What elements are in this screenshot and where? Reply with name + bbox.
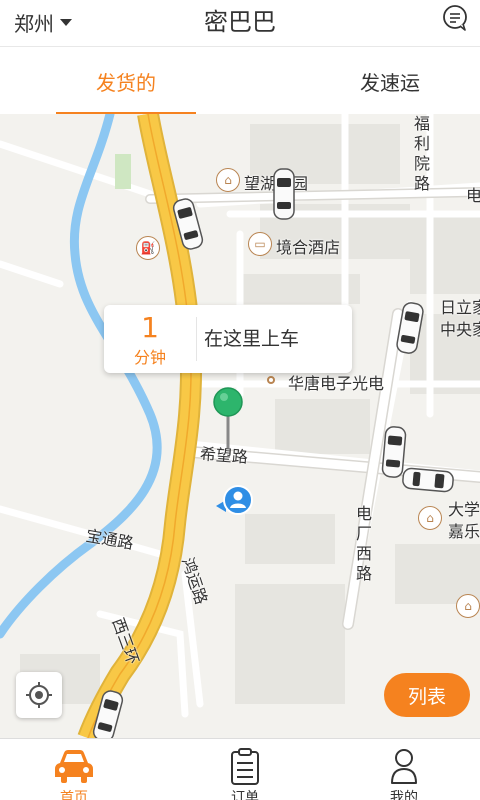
poi-dot-icon bbox=[267, 376, 275, 384]
tab-express[interactable]: 发速运 bbox=[300, 47, 480, 115]
university-poi-icon: ⌂ bbox=[418, 506, 442, 530]
message-icon[interactable] bbox=[440, 3, 470, 33]
map-label-hotel: 境合酒店 bbox=[276, 238, 341, 257]
app-title: 密巴巴 bbox=[204, 8, 276, 36]
header-bar: 郑州 密巴巴 bbox=[0, 0, 480, 46]
eta-unit: 分钟 bbox=[133, 348, 166, 367]
nav-orders[interactable]: 订单 bbox=[185, 739, 305, 800]
eta-box: 1 分钟 bbox=[104, 305, 196, 373]
gas-station-icon: ⛽ bbox=[136, 236, 160, 260]
crosshair-icon bbox=[26, 682, 52, 708]
person-icon bbox=[391, 749, 417, 784]
car-marker-icon bbox=[402, 467, 454, 493]
home-poi-icon: ⌂ bbox=[216, 168, 240, 192]
map-label-rili: 日立家 bbox=[440, 298, 480, 317]
list-button[interactable]: 列表 bbox=[384, 673, 470, 717]
user-location-icon bbox=[212, 482, 256, 526]
nav-home[interactable]: 首页 bbox=[14, 739, 134, 800]
map-label-electronics: 华唐电子光电 bbox=[288, 374, 385, 393]
nav-orders-label: 订单 bbox=[231, 790, 259, 800]
app-screen: 郑州 密巴巴 发货的 发速运 ⌂ ⛽ ▭ ⌂ ⌂ 境合酒店 华唐电子光电 希望路… bbox=[0, 0, 480, 800]
pickup-pin-icon[interactable] bbox=[212, 386, 244, 450]
callout-divider bbox=[196, 317, 197, 361]
car-icon bbox=[55, 750, 93, 783]
bottom-nav: 首页 订单 我的 bbox=[0, 738, 480, 800]
locate-me-button[interactable] bbox=[16, 672, 62, 718]
pickup-here-label: 在这里上车 bbox=[204, 328, 300, 350]
car-marker-icon bbox=[273, 168, 295, 220]
map-label-dianchang-road: 电厂西路 bbox=[356, 504, 373, 583]
tab-send-goods[interactable]: 发货的 bbox=[56, 47, 196, 115]
clipboard-icon bbox=[231, 748, 259, 785]
service-tabs: 发货的 发速运 bbox=[0, 46, 480, 114]
home-poi-icon-2: ⌂ bbox=[456, 594, 480, 618]
map-label-university: 大学 bbox=[448, 500, 480, 519]
map-label-jiale: 嘉乐 bbox=[448, 522, 480, 541]
eta-minutes: 1 bbox=[141, 311, 159, 344]
active-tab-indicator bbox=[56, 112, 196, 114]
nav-home-label: 首页 bbox=[60, 790, 88, 800]
hotel-poi-icon: ▭ bbox=[248, 232, 272, 256]
map-label-fuli-road: 福利院路 bbox=[414, 114, 431, 193]
pickup-callout[interactable]: 1 分钟 在这里上车 bbox=[104, 305, 352, 373]
nav-profile[interactable]: 我的 bbox=[344, 739, 464, 800]
map-label-edge: 电 bbox=[466, 186, 480, 205]
map-label-central: 中央家 bbox=[440, 320, 480, 339]
nav-profile-label: 我的 bbox=[390, 790, 418, 800]
